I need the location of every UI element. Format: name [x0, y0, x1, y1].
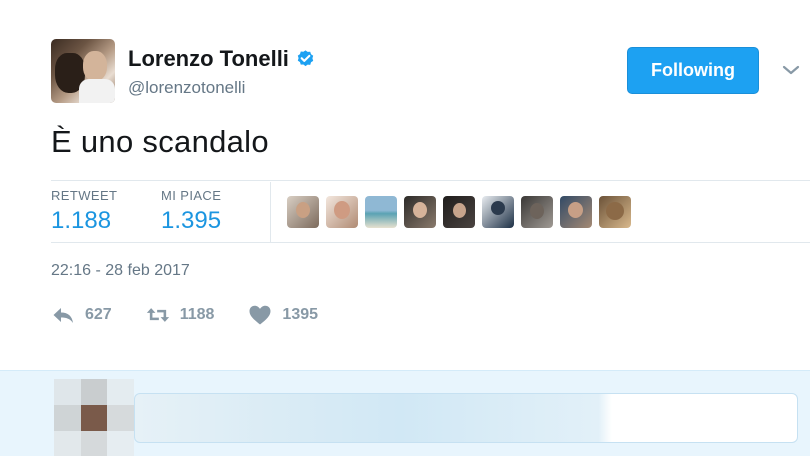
likers-avatars	[287, 196, 631, 228]
stats-bottom-divider	[51, 242, 810, 243]
like-action[interactable]: 1395	[248, 304, 318, 326]
reply-count: 627	[85, 306, 112, 323]
liker-avatar[interactable]	[482, 196, 514, 228]
heart-icon	[249, 305, 271, 325]
author-handle[interactable]: @lorenzotonelli	[128, 78, 245, 98]
tweet-text: È uno scandalo	[51, 124, 269, 159]
liker-avatar[interactable]	[404, 196, 436, 228]
liker-avatar[interactable]	[287, 196, 319, 228]
liker-avatar[interactable]	[521, 196, 553, 228]
author-name-row[interactable]: Lorenzo Tonelli	[128, 46, 316, 72]
retweet-count: 1188	[179, 306, 215, 323]
retweet-stat-label: RETWEET	[51, 188, 118, 203]
reply-action[interactable]: 627	[51, 304, 112, 326]
retweet-stat[interactable]: RETWEET 1.188	[51, 188, 117, 235]
chevron-down-icon[interactable]	[781, 60, 801, 80]
reply-input[interactable]	[134, 393, 798, 443]
reply-icon	[53, 308, 73, 323]
liker-avatar[interactable]	[599, 196, 631, 228]
reply-user-avatar	[54, 379, 134, 456]
stats-top-divider	[51, 180, 810, 181]
following-button[interactable]: Following	[627, 47, 759, 94]
retweet-icon	[146, 308, 169, 322]
stats-vertical-divider	[270, 182, 271, 242]
likes-stat[interactable]: MI PIACE 1.395	[161, 188, 221, 235]
likes-stat-label: MI PIACE	[161, 188, 222, 203]
author-display-name[interactable]: Lorenzo Tonelli	[128, 46, 289, 72]
retweet-stat-value[interactable]: 1.188	[51, 207, 117, 235]
liker-avatar[interactable]	[326, 196, 358, 228]
retweet-action[interactable]: 1188	[146, 304, 215, 326]
reply-bar	[0, 370, 810, 456]
tweet-timestamp[interactable]: 22:16 - 28 feb 2017	[51, 262, 190, 280]
likes-stat-value[interactable]: 1.395	[161, 207, 221, 235]
verified-badge-icon	[297, 49, 314, 66]
avatar-face-shape	[83, 51, 107, 81]
tweet-actions: 627 1188 1395	[51, 304, 352, 326]
avatar-shirt-shape	[79, 79, 115, 103]
liker-avatar[interactable]	[443, 196, 475, 228]
liker-avatar[interactable]	[560, 196, 592, 228]
liker-avatar[interactable]	[365, 196, 397, 228]
author-avatar[interactable]	[51, 39, 115, 103]
like-count: 1395	[282, 306, 319, 323]
